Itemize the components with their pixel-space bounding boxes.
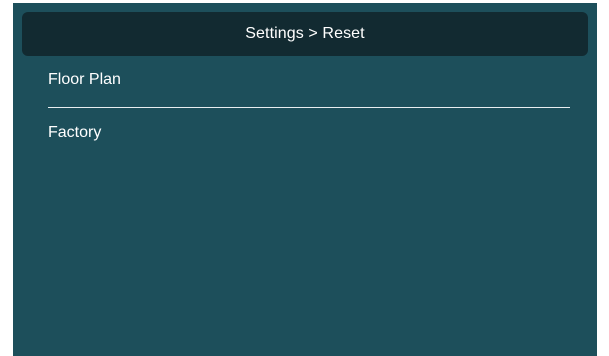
menu-item-label: Floor Plan xyxy=(48,71,121,88)
menu-item-floor-plan[interactable]: Floor Plan xyxy=(48,71,570,108)
header-bar: Settings > Reset xyxy=(22,12,588,56)
menu-item-factory[interactable]: Factory xyxy=(48,124,570,154)
reset-settings-screen: Settings > Reset Floor Plan Factory xyxy=(13,3,597,356)
page-title: Settings > Reset xyxy=(245,25,365,42)
menu-item-label: Factory xyxy=(48,124,102,141)
